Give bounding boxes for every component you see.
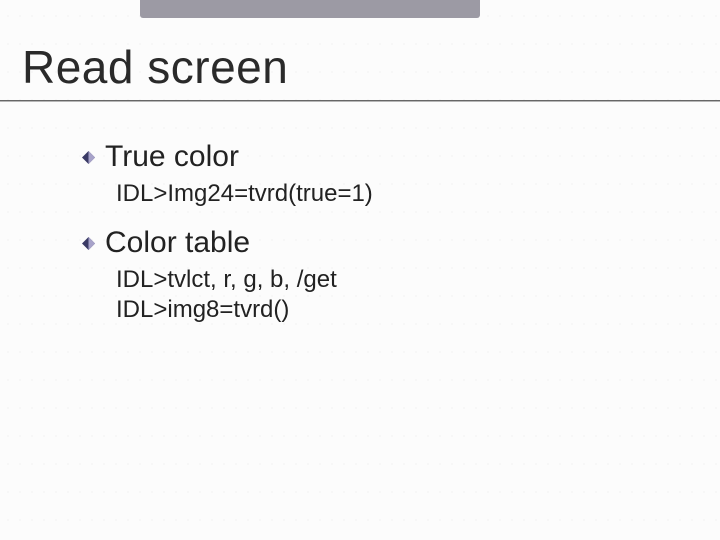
list-item: Color table [82, 226, 698, 260]
content-area: True color IDL>Img24=tvrd(true=1) Color … [22, 140, 698, 324]
page-title: Read screen [22, 40, 698, 94]
code-line: IDL>tvlct, r, g, b, /get [82, 266, 698, 294]
slide-content: Read screen True color IDL>Img24=tvrd(tr… [0, 0, 720, 324]
title-underline [0, 100, 720, 102]
section-heading: True color [105, 140, 239, 174]
section-heading: Color table [105, 226, 250, 260]
code-line: IDL>Img24=tvrd(true=1) [82, 180, 698, 208]
code-line: IDL>img8=tvrd() [82, 296, 698, 324]
diamond-bullet-icon [82, 151, 95, 164]
list-item: True color [82, 140, 698, 174]
diamond-bullet-icon [82, 237, 95, 250]
